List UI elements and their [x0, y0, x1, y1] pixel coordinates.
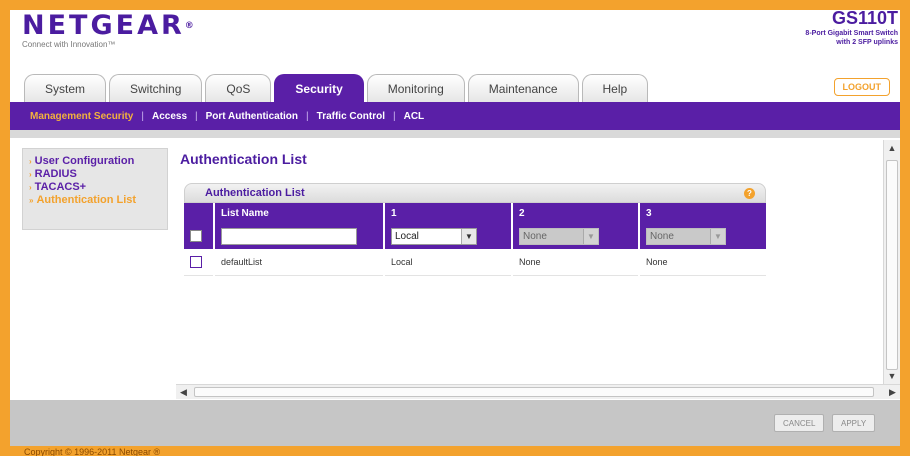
menu-item-radius[interactable]: › RADIUS — [29, 168, 161, 181]
subnav-management-security[interactable]: Management Security — [22, 111, 141, 122]
header-method-3: 3 — [639, 203, 766, 223]
method-1-select[interactable]: Local ▼ — [391, 227, 477, 245]
subnav-access[interactable]: Access — [144, 111, 195, 122]
brand-name: NETGEAR® — [22, 12, 194, 40]
menu-item-label: TACACS+ — [34, 181, 87, 193]
subnav-bottom-bar — [10, 130, 900, 138]
header-list-name: List Name — [214, 203, 385, 223]
chevron-down-icon: ▼ — [710, 228, 725, 244]
table-header-row: List Name 1 2 3 — [184, 203, 766, 223]
row-method-2-cell: None — [512, 249, 640, 276]
subnav: Management Security | Access | Port Auth… — [10, 102, 900, 130]
left-menu: › User Configuration › RADIUS › TACACS+ » Au… — [22, 148, 168, 230]
model-desc-line-2: with 2 SFP uplinks — [836, 39, 898, 46]
arrow-icon: » — [29, 196, 34, 205]
netgear-logo: NETGEAR® Connect with Innovation™ — [22, 12, 194, 50]
menu-item-label: RADIUS — [34, 168, 77, 180]
row-select-cell — [184, 249, 215, 276]
brand-mark: ® — [184, 21, 194, 31]
tab-qos[interactable]: QoS — [205, 74, 272, 102]
method-3-select[interactable]: None ▼ — [646, 227, 726, 245]
horizontal-scrollbar[interactable]: ◀ ▶ — [176, 384, 900, 399]
header-method-2: 2 — [512, 203, 640, 223]
menu-item-authentication-list[interactable]: » Authentication List — [29, 194, 161, 207]
list-name-input[interactable] — [221, 227, 357, 245]
method-1-value: Local — [395, 230, 419, 242]
edit-method-1-cell: Local ▼ — [384, 223, 513, 249]
arrow-icon: › — [29, 157, 32, 166]
logout-button[interactable]: LOGOUT — [833, 78, 890, 96]
scroll-up-icon[interactable]: ▲ — [884, 140, 900, 156]
tab-security[interactable]: Security — [274, 74, 364, 102]
subnav-acl[interactable]: ACL — [396, 111, 433, 122]
method-3-value: None — [650, 230, 674, 242]
scroll-right-icon[interactable]: ▶ — [885, 385, 900, 399]
vertical-scroll-thumb[interactable] — [886, 160, 898, 370]
cancel-button[interactable]: CANCEL — [774, 414, 825, 432]
tagline: Connect with Innovation™ — [22, 40, 116, 49]
scroll-down-icon[interactable]: ▼ — [884, 368, 900, 384]
arrow-icon: › — [29, 183, 32, 192]
tab-maintenance[interactable]: Maintenance — [467, 74, 579, 102]
subnav-port-authentication[interactable]: Port Authentication — [198, 111, 306, 122]
edit-row: Local ▼ None ▼ None ▼ — [184, 223, 766, 249]
row-name-cell: defaultList — [214, 249, 385, 276]
chevron-down-icon: ▼ — [583, 228, 598, 244]
tab-monitoring[interactable]: Monitoring — [366, 74, 465, 102]
tab-help[interactable]: Help — [581, 74, 649, 102]
page-title: Authentication List — [180, 151, 307, 167]
main-tabs: System Switching QoS Security Monitoring… — [24, 74, 651, 102]
row-checkbox[interactable] — [190, 255, 202, 268]
help-icon[interactable]: ? — [744, 188, 755, 199]
authentication-list-table: List Name 1 2 3 Local ▼ None ▼ None ▼ de… — [184, 203, 766, 276]
method-2-select[interactable]: None ▼ — [519, 227, 599, 245]
menu-item-label: User Configuration — [34, 155, 135, 167]
table-row: defaultList Local None None — [184, 249, 766, 276]
brand-text: NETGEAR — [22, 10, 185, 41]
footer: Copyright © 1996-2011 Netgear ® — [0, 446, 910, 456]
tab-switching[interactable]: Switching — [109, 74, 203, 102]
panel-header: Authentication List ? — [184, 183, 766, 203]
header-select — [184, 203, 215, 223]
edit-method-2-cell: None ▼ — [512, 223, 640, 249]
model-desc-line-1: 8-Port Gigabit Smart Switch — [805, 30, 898, 37]
menu-item-label: Authentication List — [36, 194, 137, 206]
horizontal-scroll-thumb[interactable] — [194, 387, 874, 397]
subnav-traffic-control[interactable]: Traffic Control — [309, 111, 393, 122]
row-method-3-cell: None — [639, 249, 766, 276]
apply-button[interactable]: APPLY — [832, 414, 876, 432]
menu-item-tacacs[interactable]: › TACACS+ — [29, 181, 161, 194]
edit-select-cell — [184, 223, 215, 249]
row-method-1-cell: Local — [384, 249, 513, 276]
menu-item-user-configuration[interactable]: › User Configuration — [29, 155, 161, 168]
authentication-list-panel: Authentication List ? List Name 1 2 3 Lo… — [184, 183, 766, 276]
edit-name-cell — [214, 223, 385, 249]
header-method-1: 1 — [384, 203, 513, 223]
edit-method-3-cell: None ▼ — [639, 223, 766, 249]
scroll-left-icon[interactable]: ◀ — [176, 385, 191, 399]
panel-title: Authentication List — [205, 187, 305, 199]
action-bar: CANCEL APPLY — [10, 400, 900, 446]
method-2-value: None — [523, 230, 547, 242]
arrow-icon: › — [29, 170, 32, 179]
chevron-down-icon: ▼ — [461, 228, 476, 244]
model-info: GS110T 8-Port Gigabit Smart Switch with … — [805, 8, 898, 47]
edit-row-checkbox[interactable] — [190, 230, 202, 242]
model-name: GS110T — [831, 8, 898, 28]
copyright-text: Copyright © 1996-2011 Netgear ® — [24, 447, 161, 456]
tab-system[interactable]: System — [24, 74, 107, 102]
vertical-scrollbar[interactable]: ▲ ▼ — [883, 140, 900, 384]
